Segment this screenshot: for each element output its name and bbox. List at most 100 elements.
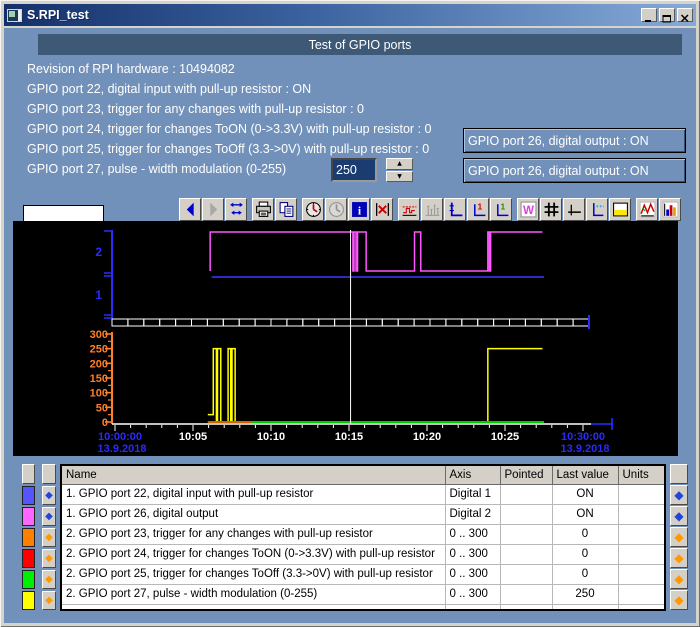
window-title: S.RPI_test <box>27 8 641 22</box>
svg-text:0: 0 <box>102 417 108 429</box>
series-marker-button-right[interactable]: ◆ <box>670 548 688 568</box>
axis-dotted-button[interactable] <box>586 198 608 221</box>
series-marker-button[interactable]: ◆ <box>42 549 56 568</box>
time-scrollbar-segment <box>382 319 398 326</box>
toolbar-text-field[interactable] <box>23 205 104 222</box>
table-row[interactable]: 1. GPIO port 26, digital outputDigital 2… <box>61 504 665 524</box>
info-line-4: GPIO port 24, trigger for changes ToON (… <box>27 122 431 136</box>
axis-horizontal-button[interactable] <box>563 198 585 221</box>
time-scrollbar-segment <box>414 319 430 326</box>
pwm-input[interactable] <box>331 158 377 182</box>
copy-button[interactable] <box>275 198 297 221</box>
time-window-button[interactable] <box>302 198 324 221</box>
diamond-icon: ◆ <box>45 533 53 543</box>
time-scrollbar-segment <box>239 319 255 326</box>
curve-style-button[interactable]: W <box>517 198 539 221</box>
axis-red-one-button[interactable]: 1 <box>467 198 489 221</box>
column-header-name[interactable]: Name <box>61 465 445 484</box>
svg-text:W: W <box>522 204 533 217</box>
legend-color-column-header <box>22 464 35 484</box>
series-marker-button[interactable]: ◆ <box>42 486 56 505</box>
time-window-disabled-button[interactable] <box>325 198 347 221</box>
multi-curves-icon <box>639 201 656 218</box>
legend-table: NameAxisPointedLast valueUnits1. GPIO po… <box>60 464 666 611</box>
info-button[interactable]: i <box>348 198 370 221</box>
multi-bars-button[interactable] <box>659 198 681 221</box>
cell-axis: 0 .. 300 <box>445 544 500 564</box>
minimize-button[interactable] <box>641 8 657 22</box>
table-row[interactable]: 2. GPIO port 24, trigger for changes ToO… <box>61 544 665 564</box>
svg-text:1: 1 <box>477 202 482 212</box>
cell-pointed <box>500 584 552 604</box>
pwm-label: GPIO port 27, pulse - width modulation (… <box>27 162 286 176</box>
series-marker-button-right[interactable]: ◆ <box>670 569 688 589</box>
table-row[interactable]: 2. GPIO port 25, trigger for changes ToO… <box>61 564 665 584</box>
maximize-button[interactable] <box>659 8 675 22</box>
cell-units <box>618 484 665 504</box>
axis-green-one-button[interactable]: 1 <box>490 198 512 221</box>
fill-below-button[interactable] <box>609 198 631 221</box>
diamond-icon: ◆ <box>45 491 53 501</box>
time-scrollbar-segment <box>430 319 446 326</box>
series-marker-button[interactable]: ◆ <box>42 528 56 547</box>
cell-pointed <box>500 484 552 504</box>
series-marker-button[interactable]: ◆ <box>42 570 56 589</box>
print-button[interactable] <box>252 198 274 221</box>
curve-w-icon: W <box>520 201 537 218</box>
series-marker-button-right[interactable]: ◆ <box>670 590 688 610</box>
gpio26-button-2[interactable]: GPIO port 26, digital output : ON <box>463 158 686 183</box>
time-scrollbar-segment <box>223 319 239 326</box>
cell-last: 0 <box>552 544 618 564</box>
pwm-spin-up-button[interactable]: ▲ <box>386 158 413 170</box>
fill-below-icon <box>612 201 629 218</box>
series-color-swatch <box>22 549 35 568</box>
legend-right-column-header <box>670 464 688 484</box>
titlebar[interactable]: S.RPI_test <box>4 4 696 26</box>
close-button[interactable] <box>677 8 693 22</box>
zoom-horizontal-button[interactable] <box>225 198 247 221</box>
svg-text:13.9.2018: 13.9.2018 <box>98 443 147 455</box>
delete-points-icon <box>374 201 391 218</box>
multi-curves-button[interactable] <box>636 198 658 221</box>
time-scrollbar-segment <box>128 319 144 326</box>
grid-button[interactable] <box>540 198 562 221</box>
table-row[interactable]: 1. GPIO port 22, digital input with pull… <box>61 484 665 504</box>
chart-panel[interactable]: 2130025020015010050010:0510:1010:1510:20… <box>13 221 678 456</box>
cell-name: 2. GPIO port 24, trigger for changes ToO… <box>61 544 445 564</box>
diamond-icon: ◆ <box>674 532 683 542</box>
threshold-icon <box>401 201 418 218</box>
column-header-pointed[interactable]: Pointed <box>500 465 552 484</box>
column-header-units[interactable]: Units <box>618 465 665 484</box>
copy-icon <box>278 201 295 218</box>
series-marker-button-right[interactable]: ◆ <box>670 506 688 526</box>
chart-svg[interactable]: 2130025020015010050010:0510:1010:1510:20… <box>13 221 678 456</box>
time-scrollbar-segment <box>207 319 223 326</box>
time-window-disabled-icon <box>328 201 345 218</box>
cell-units <box>618 544 665 564</box>
column-header-last-value[interactable]: Last value <box>552 465 618 484</box>
series-marker-button[interactable]: ◆ <box>42 591 56 610</box>
histogram-button[interactable] <box>421 198 443 221</box>
time-scrollbar-segment <box>303 319 319 326</box>
panel-title: Test of GPIO ports <box>309 38 412 52</box>
cell-last: ON <box>552 504 618 524</box>
column-header-axis[interactable]: Axis <box>445 465 500 484</box>
cell-name: 1. GPIO port 26, digital output <box>61 504 445 524</box>
gpio26-button-1[interactable]: GPIO port 26, digital output : ON <box>463 128 686 153</box>
app-window: S.RPI_test Test of GPIO ports Revision o… <box>0 0 700 627</box>
axis-horizontal-icon <box>566 201 583 218</box>
histogram-disabled-icon <box>424 201 441 218</box>
table-row[interactable]: 2. GPIO port 23, trigger for any changes… <box>61 524 665 544</box>
series-marker-button[interactable]: ◆ <box>42 507 56 526</box>
threshold-button[interactable] <box>398 198 420 221</box>
print-icon <box>255 201 272 218</box>
pwm-spin-down-button[interactable]: ▼ <box>386 171 413 183</box>
scroll-right-button[interactable] <box>202 198 224 221</box>
series-marker-button-right[interactable]: ◆ <box>670 527 688 547</box>
table-row[interactable]: 2. GPIO port 27, pulse - width modulatio… <box>61 584 665 604</box>
series-marker-button-right[interactable]: ◆ <box>670 485 688 505</box>
delete-points-button[interactable] <box>371 198 393 221</box>
info-line-2: GPIO port 22, digital input with pull-up… <box>27 82 311 96</box>
scroll-left-button[interactable] <box>179 198 201 221</box>
axis-button[interactable] <box>444 198 466 221</box>
